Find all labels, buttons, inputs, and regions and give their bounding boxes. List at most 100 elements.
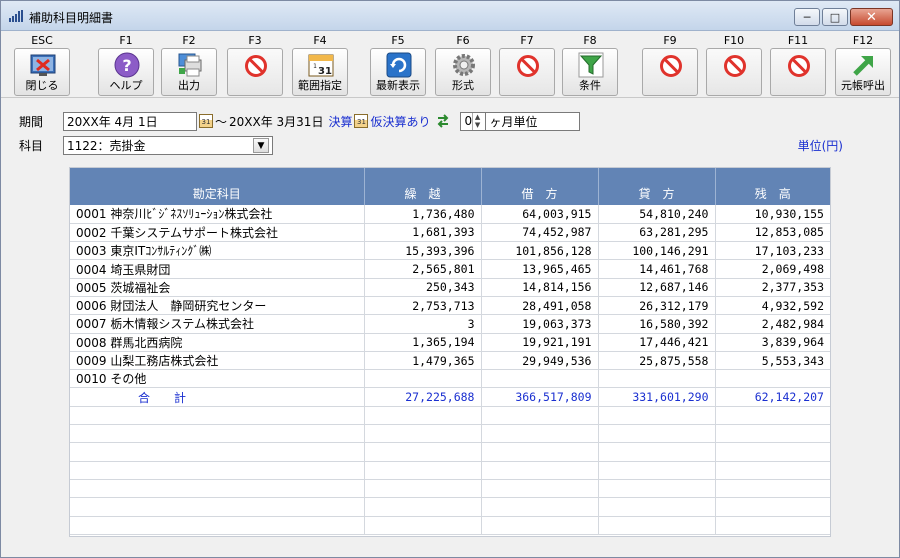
- amount-cell: 28,491,058: [481, 296, 599, 316]
- amount-cell: 25,875,558: [598, 351, 716, 371]
- header-account[interactable]: 勘定科目: [70, 168, 365, 205]
- months-stepper[interactable]: 0 ▲ ▼: [460, 111, 487, 131]
- amount-cell: 14,461,768: [598, 259, 716, 279]
- f9-disabled-button[interactable]: [642, 48, 698, 96]
- table-row[interactable]: 0005 茨城福祉会 250,343 14,814,156 12,687,146 2,3…: [70, 278, 830, 297]
- help-button[interactable]: ? ヘルプ: [98, 48, 154, 96]
- format-button[interactable]: 形式: [435, 48, 491, 96]
- table-row[interactable]: 0002 千葉システムサポート株式会社 1,681,393 74,452,987 63…: [70, 223, 830, 243]
- header-balance[interactable]: 残 高: [715, 168, 830, 205]
- f11-disabled-button[interactable]: [770, 48, 826, 96]
- swap-arrows-icon[interactable]: [436, 114, 450, 128]
- account-cell: 0003 東京ITｺﾝｻﾙﾃｨﾝｸﾞ㈱: [70, 241, 365, 261]
- amount-cell: 5,553,343: [715, 351, 830, 371]
- table-row[interactable]: 0003 東京ITｺﾝｻﾙﾃｨﾝｸﾞ㈱ 15,393,396 101,856,128…: [70, 241, 830, 261]
- amount-cell: 16,580,392: [598, 314, 716, 334]
- table-row[interactable]: [70, 497, 830, 517]
- function-key-label: F6: [456, 34, 470, 47]
- ledger-call-button[interactable]: 元帳呼出: [835, 48, 891, 96]
- button-label: ヘルプ: [109, 79, 143, 92]
- table-row[interactable]: [70, 424, 830, 444]
- disabled-icon: [245, 55, 267, 77]
- table-row[interactable]: 0008 群馬北西病院 1,365,194 19,921,191 17,446,421…: [70, 333, 830, 352]
- toolbar-f11: F11: [769, 34, 827, 96]
- amount-cell: 1,365,194: [364, 333, 482, 352]
- output-button[interactable]: 出力: [161, 48, 217, 96]
- table-row[interactable]: [70, 442, 830, 462]
- table-row[interactable]: 0007 栃木情報システム株式会社 3 19,063,373 16,580,392 2,…: [70, 314, 830, 334]
- account-cell: 0010 その他: [70, 369, 365, 389]
- function-key-label: ESC: [31, 34, 53, 47]
- bar-chart-app-icon: [9, 10, 23, 22]
- amount-cell: 2,377,353: [715, 278, 830, 297]
- amount-cell: 19,921,191: [481, 333, 599, 352]
- period-to-value[interactable]: 20XX年 3月31日: [229, 113, 323, 130]
- amount-cell: [598, 369, 716, 389]
- refresh-button[interactable]: 最新表示: [370, 48, 426, 96]
- header-credit[interactable]: 貸 方: [598, 168, 716, 205]
- toolbar-f6: F6 形式: [434, 34, 492, 96]
- amount-cell: [481, 461, 599, 480]
- function-key-label: F4: [313, 34, 327, 47]
- calendar-icon[interactable]: 31: [354, 114, 369, 128]
- close-button[interactable]: ✕: [850, 8, 893, 26]
- header-carryover[interactable]: 繰 越: [364, 168, 482, 205]
- settle-link[interactable]: 決算: [328, 113, 352, 130]
- chevron-down-icon[interactable]: ▼: [253, 137, 269, 153]
- account-select[interactable]: 1122：売掛金 ▼: [63, 135, 273, 155]
- amount-cell: 62,142,207: [715, 387, 830, 407]
- period-from-field[interactable]: 20XX年 4月 1日: [63, 111, 197, 131]
- table-row[interactable]: 0009 山梨工務店株式会社 1,479,365 29,949,536 25,875,…: [70, 351, 830, 371]
- account-cell: 0001 神奈川ﾋﾞｼﾞﾈｽｿﾘｭｰｼｮﾝ株式会社: [70, 205, 365, 224]
- amount-cell: 13,965,465: [481, 259, 599, 279]
- function-key-label: F12: [852, 34, 874, 47]
- spinner-arrows-icon[interactable]: ▲ ▼: [472, 112, 482, 130]
- amount-cell: 2,482,984: [715, 314, 830, 334]
- amount-cell: 12,853,085: [715, 223, 830, 243]
- table-row[interactable]: 0001 神奈川ﾋﾞｼﾞﾈｽｿﾘｭｰｼｮﾝ株式会社 1,736,480 64,003…: [70, 205, 830, 224]
- amount-cell: [598, 479, 716, 499]
- total-row[interactable]: 合 計 27,225,688 366,517,809 331,601,290 62,14…: [70, 387, 830, 407]
- account-cell: [70, 424, 365, 444]
- amount-cell: 14,814,156: [481, 278, 599, 297]
- table-row[interactable]: 0004 埼玉県財団 2,565,801 13,965,465 14,461,768 2…: [70, 259, 830, 279]
- button-label: 閉じる: [25, 79, 59, 92]
- provisional-settle-link[interactable]: 仮決算あり: [370, 113, 430, 130]
- table-row[interactable]: [70, 516, 830, 535]
- table-row[interactable]: 0010 その他: [70, 369, 830, 389]
- calendar-icon[interactable]: 31: [199, 114, 213, 128]
- toolbar-f5: F5 最新表示: [369, 34, 427, 96]
- amount-cell: 74,452,987: [481, 223, 599, 243]
- table-row[interactable]: [70, 461, 830, 480]
- account-cell: 0004 埼玉県財団: [70, 259, 365, 279]
- condition-button[interactable]: 条件: [562, 48, 618, 96]
- amount-cell: 366,517,809: [481, 387, 599, 407]
- amount-cell: [364, 442, 482, 462]
- f3-disabled-button[interactable]: [227, 48, 283, 96]
- table-row[interactable]: [70, 479, 830, 499]
- maximize-button[interactable]: □: [822, 8, 848, 26]
- f7-disabled-button[interactable]: [499, 48, 555, 96]
- table-row[interactable]: [70, 406, 830, 426]
- account-cell: [70, 461, 365, 480]
- amount-cell: 12,687,146: [598, 278, 716, 297]
- header-debit[interactable]: 借 方: [481, 168, 599, 205]
- close-screen-button[interactable]: 閉じる: [14, 48, 70, 96]
- account-value: 1122：売掛金: [67, 138, 146, 153]
- amount-cell: [598, 497, 716, 517]
- amount-cell: [715, 479, 830, 499]
- minimize-button[interactable]: ─: [794, 8, 820, 26]
- amount-cell: 64,003,915: [481, 205, 599, 224]
- amount-cell: [481, 369, 599, 389]
- amount-cell: [715, 516, 830, 535]
- range-select-button[interactable]: 31 1 範囲指定: [292, 48, 348, 96]
- table-header-row: 勘定科目 繰 越 借 方 貸 方 残 高: [70, 168, 830, 205]
- table-row[interactable]: 0006 財団法人 静岡研究センター 2,753,713 28,491,058 26,…: [70, 296, 830, 316]
- svg-text:1: 1: [313, 63, 317, 70]
- title-bar[interactable]: 補助科目明細書 ─ □ ✕: [1, 1, 899, 31]
- gear-format-icon: [453, 54, 475, 76]
- account-cell: 0002 千葉システムサポート株式会社: [70, 223, 365, 243]
- f10-disabled-button[interactable]: [706, 48, 762, 96]
- amount-cell: [598, 442, 716, 462]
- close-window-icon: [30, 54, 56, 76]
